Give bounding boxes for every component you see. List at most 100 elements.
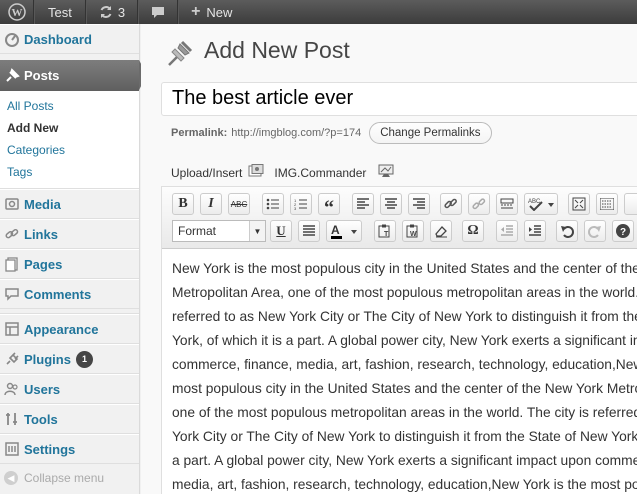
bold-button[interactable]: B <box>172 193 194 215</box>
menu-plugins-label: Plugins <box>24 351 71 367</box>
kitchen-sink-icon[interactable] <box>596 193 618 215</box>
undo-icon[interactable] <box>556 220 578 242</box>
permalink-url[interactable]: http://imgblog.com/?p=174 <box>231 127 361 139</box>
menu-pages-label: Pages <box>24 256 63 272</box>
numbered-list-button[interactable]: 123 <box>290 193 312 215</box>
align-right-button[interactable] <box>408 193 430 215</box>
settings-icon <box>4 441 20 457</box>
main-content: Add New Post The best article ever Perma… <box>141 24 637 494</box>
text-color-button[interactable]: A <box>326 220 362 242</box>
eraser-icon[interactable] <box>430 220 452 242</box>
plugins-update-badge: 1 <box>75 350 93 368</box>
new-content-link[interactable]: + New <box>178 0 244 24</box>
plug-icon <box>4 351 20 367</box>
outdent-icon[interactable] <box>496 220 518 242</box>
media-icon <box>4 196 20 212</box>
menu-comments-label: Comments <box>24 286 92 302</box>
wordpress-logo-icon[interactable]: W <box>0 0 34 24</box>
tools-icon <box>4 411 20 427</box>
indent-icon[interactable] <box>524 220 546 242</box>
chain-link-icon <box>4 226 20 242</box>
post-editor: B I ABC 123 “ ABC Format ▼ U A T W Ω ? N… <box>161 186 637 494</box>
editor-text-line: most populous city in the United States … <box>172 381 637 396</box>
submenu-add-new[interactable]: Add New <box>0 117 139 139</box>
editor-text-line: New York is the most populous city in th… <box>172 261 637 276</box>
menu-users[interactable]: Users <box>0 374 139 404</box>
menu-dashboard[interactable]: Dashboard <box>0 24 139 54</box>
underline-button[interactable]: U <box>270 220 292 242</box>
menu-posts[interactable]: Posts <box>0 60 147 91</box>
editor-toolbar: B I ABC 123 “ ABC Format ▼ U A T W Ω ? <box>162 187 637 249</box>
img-commander-icon[interactable] <box>378 164 394 181</box>
editor-text-line: media, art, fashion, research, technolog… <box>172 477 637 492</box>
add-media-icon[interactable] <box>248 164 264 181</box>
submenu-all-posts[interactable]: All Posts <box>0 95 139 117</box>
special-character-icon[interactable]: Ω <box>462 220 484 242</box>
collapse-menu-button[interactable]: ◀ Collapse menu <box>0 464 139 492</box>
menu-media-label: Media <box>24 196 61 212</box>
strikethrough-button[interactable]: ABC <box>228 193 250 215</box>
svg-text:W: W <box>11 7 22 19</box>
menu-settings[interactable]: Settings <box>0 434 139 464</box>
editor-text-line: York, of which it is a part. A global po… <box>172 333 637 348</box>
editor-text-line: one of the most populous metropolitan ar… <box>172 405 637 420</box>
paste-text-icon[interactable]: T <box>374 220 396 242</box>
align-left-button[interactable] <box>352 193 374 215</box>
menu-appearance[interactable]: Appearance <box>0 314 139 344</box>
toolbar-extra-button[interactable] <box>624 193 637 215</box>
insert-link-icon[interactable] <box>440 193 462 215</box>
pushpin-icon <box>165 38 195 73</box>
updates-count: 3 <box>117 4 126 20</box>
spellcheck-button[interactable]: ABC <box>524 193 558 215</box>
chevron-down-icon: ▼ <box>249 221 265 241</box>
comments-icon <box>4 286 20 302</box>
updates-link[interactable]: 3 <box>85 0 139 24</box>
blockquote-button[interactable]: “ <box>318 193 340 219</box>
post-title-input[interactable]: The best article ever <box>161 82 637 116</box>
bullet-list-button[interactable] <box>262 193 284 215</box>
editor-text-line: Metropolitan Area, one of the most popul… <box>172 285 637 300</box>
svg-text:?: ? <box>620 227 626 238</box>
menu-links[interactable]: Links <box>0 219 139 249</box>
menu-pages[interactable]: Pages <box>0 249 139 279</box>
editor-content-area[interactable]: New York is the most populous city in th… <box>172 257 637 494</box>
format-select-value: Format <box>178 224 217 238</box>
menu-plugins[interactable]: Plugins 1 <box>0 344 139 374</box>
site-name-link[interactable]: Test <box>34 0 86 24</box>
redo-icon[interactable] <box>584 220 606 242</box>
fullscreen-icon[interactable] <box>568 193 590 215</box>
admin-bar: W Test 3 + New <box>0 0 637 24</box>
pushpin-icon <box>4 67 20 84</box>
align-center-button[interactable] <box>380 193 402 215</box>
editor-text-line: York City or The City of New York to dis… <box>172 429 637 444</box>
svg-text:T: T <box>384 231 389 238</box>
posts-submenu: All Posts Add New Categories Tags <box>0 91 139 189</box>
pages-icon <box>4 256 20 272</box>
unlink-icon[interactable] <box>468 193 490 215</box>
site-name-label: Test <box>48 4 72 20</box>
submenu-tags[interactable]: Tags <box>0 161 139 183</box>
menu-comments[interactable]: Comments <box>0 279 139 309</box>
new-label: New <box>206 4 233 20</box>
justify-button[interactable] <box>298 220 320 242</box>
dashboard-icon <box>4 31 20 47</box>
change-permalinks-button[interactable]: Change Permalinks <box>369 122 492 144</box>
italic-button[interactable]: I <box>200 193 222 215</box>
menu-tools[interactable]: Tools <box>0 404 139 434</box>
menu-tools-label: Tools <box>24 411 58 427</box>
permalink-row: Permalink: http://imgblog.com/?p=174 Cha… <box>171 122 492 144</box>
menu-media[interactable]: Media <box>0 189 139 219</box>
help-icon[interactable]: ? <box>612 220 634 242</box>
updates-icon <box>99 5 113 19</box>
insert-more-tag-icon[interactable] <box>496 193 518 215</box>
editor-text-line: a part. A global power city, New York ex… <box>172 453 637 468</box>
comments-link[interactable] <box>138 0 179 24</box>
format-select[interactable]: Format ▼ <box>172 220 266 242</box>
submenu-categories[interactable]: Categories <box>0 139 139 161</box>
paste-word-icon[interactable]: W <box>402 220 424 242</box>
img-commander-link[interactable]: IMG.Commander <box>274 166 366 180</box>
menu-settings-label: Settings <box>24 441 76 457</box>
comment-bubble-icon <box>151 6 165 19</box>
plus-icon: + <box>191 3 201 20</box>
svg-text:A: A <box>331 223 340 237</box>
